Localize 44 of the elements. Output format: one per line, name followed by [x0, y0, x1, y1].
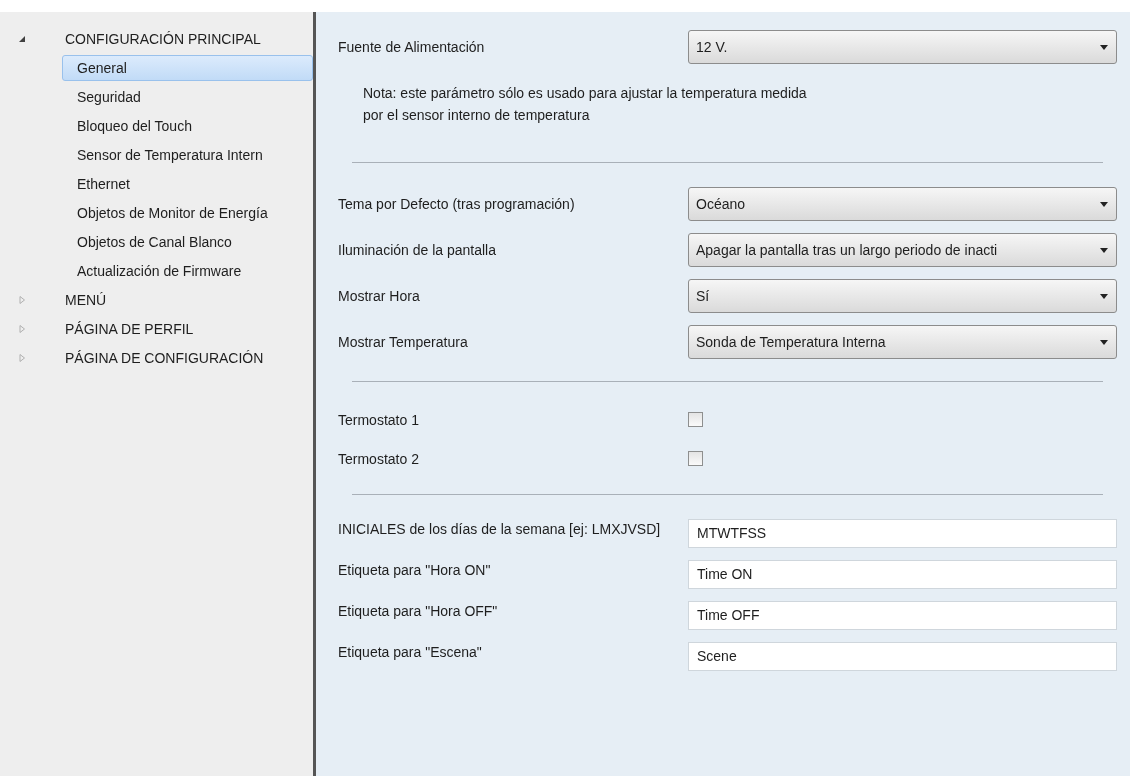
- field-label: Etiqueta para "Hora ON": [338, 561, 492, 580]
- checkbox[interactable]: [688, 412, 703, 427]
- checkbox-label: Termostato 2: [338, 450, 420, 467]
- tree-item[interactable]: General: [62, 54, 313, 81]
- field-label: Fuente de Alimentación: [338, 39, 486, 55]
- dropdown[interactable]: Sí: [688, 279, 1117, 313]
- tree-item[interactable]: Seguridad: [62, 83, 313, 110]
- text-field[interactable]: MTWTFSS: [688, 519, 1117, 548]
- caret-icon: [1100, 44, 1108, 50]
- caret-icon: [1100, 339, 1108, 345]
- tree-item[interactable]: Bloqueo del Touch: [62, 112, 313, 139]
- caret-icon: [1100, 247, 1108, 253]
- text-field[interactable]: Time OFF: [688, 601, 1117, 630]
- field-label: Mostrar Temperatura: [338, 334, 469, 350]
- expand-triangle-icon[interactable]: [18, 324, 26, 333]
- caret-icon: [1100, 201, 1108, 207]
- field-label: Mostrar Hora: [338, 288, 421, 304]
- checkbox[interactable]: [688, 451, 703, 466]
- note-text: Nota: este parámetro sólo es usado para ajustar la temperatura medida por el sensor interno de temperatura: [362, 84, 808, 125]
- field-label: Tema por Defecto (tras programación): [338, 196, 576, 212]
- tree-item[interactable]: PÁGINA DE PERFIL: [50, 315, 209, 342]
- field-label: Iluminación de la pantalla: [338, 242, 497, 258]
- text-field[interactable]: Scene: [688, 642, 1117, 671]
- text-field[interactable]: Time ON: [688, 560, 1117, 589]
- collapse-triangle-icon[interactable]: [18, 34, 26, 43]
- dropdown[interactable]: 12 V.: [688, 30, 1117, 64]
- dropdown[interactable]: Sonda de Temperatura Interna: [688, 325, 1117, 359]
- dropdown[interactable]: Océano: [688, 187, 1117, 221]
- field-label: Etiqueta para "Hora OFF": [338, 602, 499, 621]
- tree-item[interactable]: Objetos de Monitor de Energía: [62, 199, 313, 226]
- field-label: Etiqueta para "Escena": [338, 643, 483, 662]
- field-label: INICIALES de los días de la semana [ej: LMXJVSD]: [338, 520, 662, 539]
- expand-triangle-icon[interactable]: [18, 353, 26, 362]
- caret-icon: [1100, 293, 1108, 299]
- tree-item[interactable]: CONFIGURACIÓN PRINCIPAL: [50, 25, 276, 52]
- tree-item[interactable]: Objetos de Canal Blanco: [62, 228, 313, 255]
- dropdown[interactable]: Apagar la pantalla tras un largo periodo de inacti: [688, 233, 1117, 267]
- checkbox-label: Termostato 1: [338, 411, 420, 428]
- tree-item[interactable]: PÁGINA DE CONFIGURACIÓN: [50, 344, 279, 371]
- expand-triangle-icon[interactable]: [18, 295, 26, 304]
- tree-item[interactable]: Ethernet: [62, 170, 313, 197]
- tree-item[interactable]: MENÚ: [50, 286, 122, 313]
- tree-item[interactable]: Actualización de Firmware: [62, 257, 313, 284]
- tree-item[interactable]: Sensor de Temperatura Intern: [62, 141, 313, 168]
